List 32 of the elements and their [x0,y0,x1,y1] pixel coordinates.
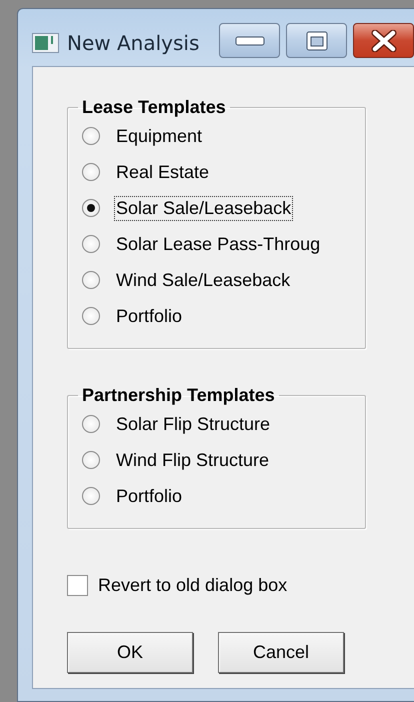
app-icon [32,32,59,52]
radio-button[interactable] [82,235,100,253]
dialog-button[interactable]: Cancel [218,632,344,673]
checkbox[interactable] [67,575,88,596]
radio-button[interactable] [82,271,100,289]
minimize-button[interactable] [219,23,280,58]
window-title: New Analysis [67,30,200,54]
radio-button[interactable] [82,307,100,325]
radio-button[interactable] [82,163,100,181]
maximize-button[interactable] [286,23,347,58]
group-title: Lease Templates [81,97,227,118]
radio-label[interactable]: Wind Flip Structure [114,448,272,472]
radio-label[interactable]: Solar Flip Structure [114,412,272,436]
radio-label[interactable]: Real Estate [114,160,212,184]
close-button[interactable] [353,23,414,58]
checkbox-label[interactable]: Revert to old dialog box [98,575,288,596]
maximize-icon [304,30,328,52]
radio-button[interactable] [82,451,100,469]
radio-label[interactable]: Equipment [114,124,204,148]
group-title: Partnership Templates [81,385,276,406]
close-icon [370,30,396,52]
radio-label[interactable]: Wind Sale/Leaseback [114,268,292,292]
radio-label[interactable]: Portfolio [114,304,184,328]
dialog-button[interactable]: OK [67,632,193,673]
radio-button[interactable] [82,415,100,433]
radio-label[interactable]: Portfolio [114,484,184,508]
radio-button[interactable] [82,487,100,505]
minimize-icon [234,36,264,46]
radio-label[interactable]: Solar Lease Pass-Throug [114,232,322,256]
radio-label[interactable]: Solar Sale/Leaseback [114,196,294,220]
radio-button[interactable] [82,127,100,145]
radio-button[interactable] [82,199,100,217]
